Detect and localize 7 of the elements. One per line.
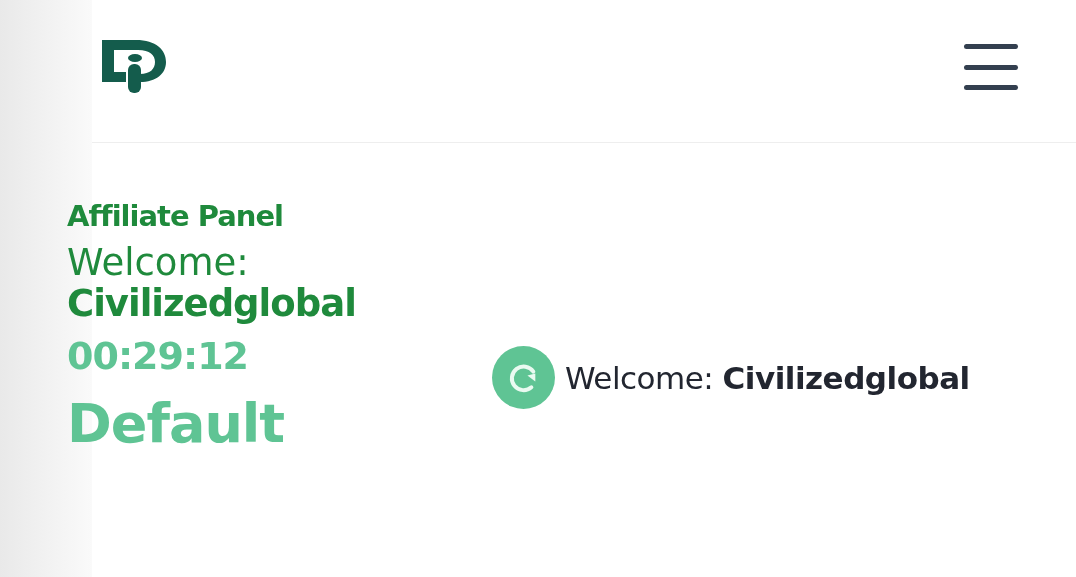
plan-name: Default — [67, 392, 286, 456]
username: Civilizedglobal — [67, 283, 357, 325]
welcome-message: Welcome: Civilizedglobal — [565, 359, 970, 396]
welcome-label: Welcome: — [67, 243, 250, 284]
panel-title: Affiliate Panel — [67, 199, 284, 233]
menu-button[interactable] — [964, 44, 1018, 90]
timer: 00:29:12 — [67, 334, 250, 379]
